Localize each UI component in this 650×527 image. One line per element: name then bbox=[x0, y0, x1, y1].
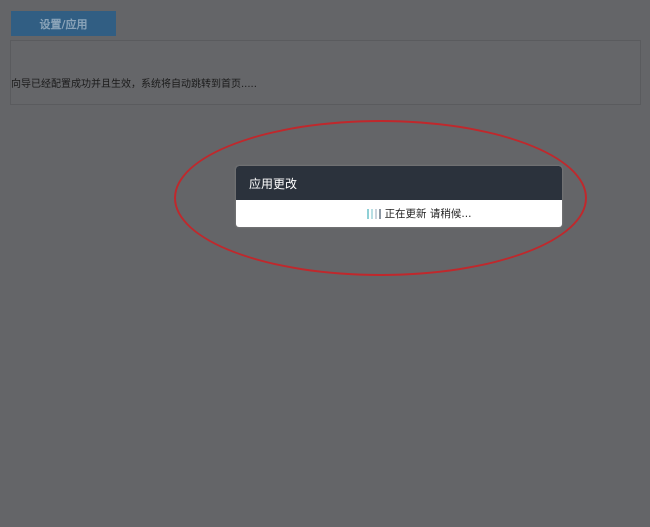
apply-changes-dialog: 应用更改 正在更新 请稍候... bbox=[236, 166, 562, 227]
content-panel: 向导已经配置成功并且生效，系统将自动跳转到首页..... bbox=[10, 40, 641, 105]
dialog-title: 应用更改 bbox=[236, 166, 562, 200]
dialog-body: 正在更新 请稍候... bbox=[236, 200, 562, 227]
tab-settings-apply[interactable]: 设置/应用 bbox=[11, 11, 116, 36]
wizard-success-message: 向导已经配置成功并且生效，系统将自动跳转到首页..... bbox=[11, 79, 257, 90]
loading-spinner-icon bbox=[366, 208, 381, 219]
update-status-text: 正在更新 请稍候... bbox=[384, 208, 472, 220]
